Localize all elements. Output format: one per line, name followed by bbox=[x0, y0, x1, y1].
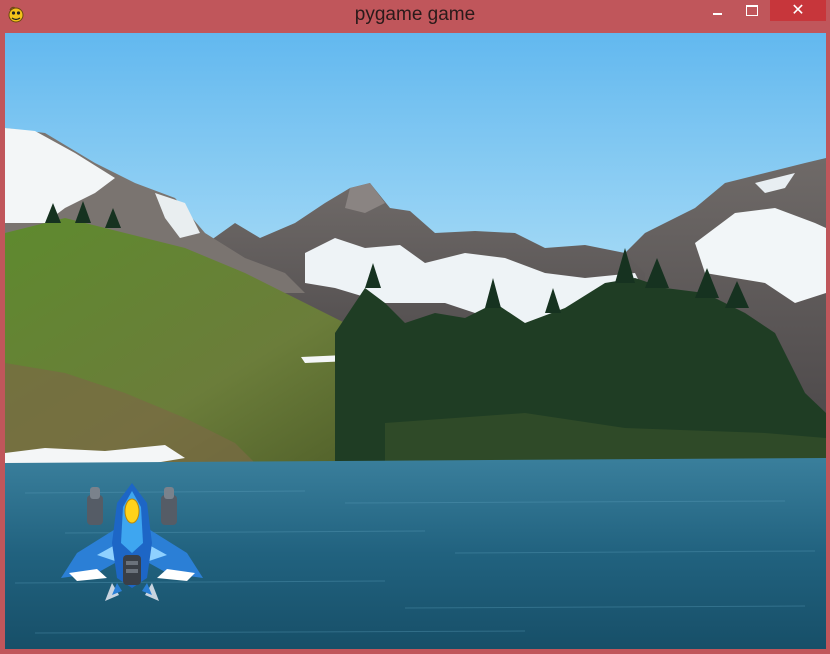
titlebar[interactable]: pygame game ✕ bbox=[0, 0, 830, 32]
minimize-button[interactable] bbox=[700, 0, 734, 21]
close-button[interactable]: ✕ bbox=[770, 0, 826, 21]
game-surface[interactable] bbox=[5, 33, 826, 649]
close-icon: ✕ bbox=[791, 1, 805, 19]
app-window: pygame game ✕ bbox=[0, 0, 830, 654]
spaceship-sprite bbox=[57, 483, 207, 605]
maximize-icon bbox=[746, 5, 758, 16]
maximize-button[interactable] bbox=[735, 0, 769, 21]
minimize-icon bbox=[712, 12, 722, 15]
